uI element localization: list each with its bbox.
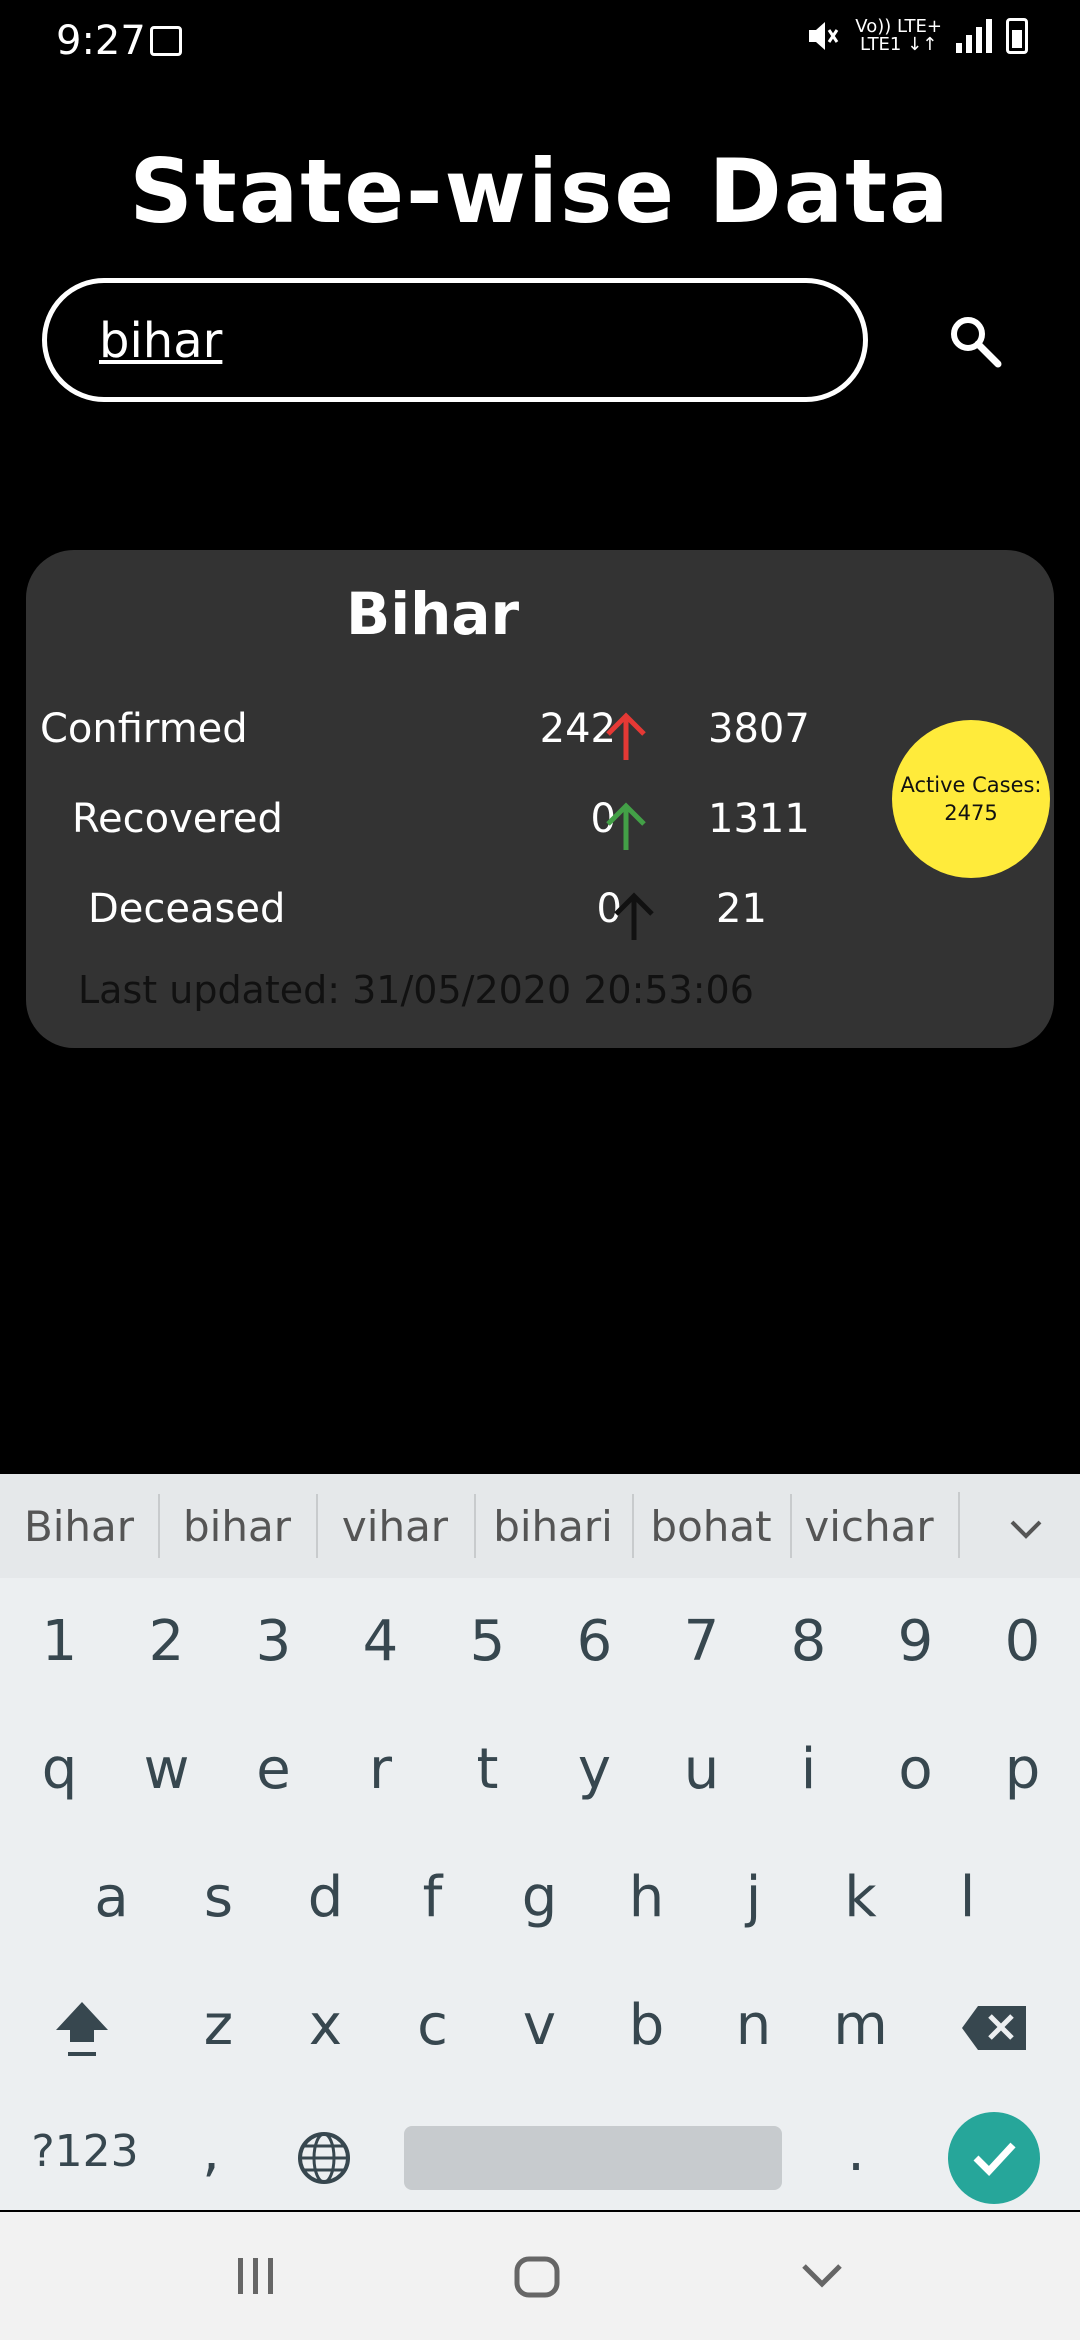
chevron-down-icon[interactable] bbox=[1006, 1508, 1046, 1548]
key[interactable]: 3 bbox=[220, 1578, 327, 1706]
key[interactable]: c bbox=[379, 1962, 486, 2090]
key-row-numbers: 1 2 3 4 5 6 7 8 9 0 bbox=[0, 1578, 1080, 1706]
suggestion-item[interactable]: Bihar bbox=[0, 1502, 158, 1551]
home-icon[interactable] bbox=[514, 2256, 560, 2298]
suggestion-bar: Bihar bihar vihar bihari bohat vichar bbox=[0, 1474, 1080, 1578]
key[interactable]: t bbox=[434, 1706, 541, 1834]
backspace-icon[interactable] bbox=[960, 2004, 1030, 2052]
key-row-a: a s d f g h j k l bbox=[0, 1834, 1080, 1962]
active-cases-label: Active Cases: bbox=[900, 773, 1042, 797]
key[interactable]: 8 bbox=[755, 1578, 862, 1706]
key[interactable]: 5 bbox=[434, 1578, 541, 1706]
arrow-up-icon bbox=[606, 802, 646, 850]
key[interactable]: l bbox=[914, 1834, 1021, 1962]
key[interactable]: i bbox=[755, 1706, 862, 1834]
back-icon[interactable] bbox=[800, 2262, 844, 2290]
key[interactable]: k bbox=[807, 1834, 914, 1962]
key[interactable]: r bbox=[327, 1706, 434, 1834]
confirmed-delta: 242 bbox=[539, 706, 616, 752]
recovered-delta: 0 bbox=[590, 796, 616, 842]
key[interactable]: 4 bbox=[327, 1578, 434, 1706]
key[interactable]: y bbox=[541, 1706, 648, 1834]
deceased-delta: 0 bbox=[596, 886, 622, 932]
key[interactable]: 0 bbox=[969, 1578, 1076, 1706]
key-row-z: z x c v b n m bbox=[0, 1962, 1080, 2090]
key[interactable]: p bbox=[969, 1706, 1076, 1834]
key[interactable]: g bbox=[486, 1834, 593, 1962]
search-icon[interactable] bbox=[946, 312, 1006, 372]
suggestion-item[interactable]: vihar bbox=[316, 1493, 474, 1558]
last-updated: Last updated: 31/05/2020 20:53:06 bbox=[78, 968, 754, 1012]
suggestion-item[interactable]: bohat bbox=[632, 1493, 790, 1558]
deceased-total: 21 bbox=[716, 886, 767, 932]
status-bar: 9:27 Vo)) LTE+ LTE1 ↓↑ bbox=[0, 0, 1080, 84]
key[interactable]: o bbox=[862, 1706, 969, 1834]
key[interactable]: m bbox=[807, 1962, 914, 2090]
arrow-up-icon bbox=[606, 712, 646, 760]
key[interactable]: 6 bbox=[541, 1578, 648, 1706]
key[interactable]: 7 bbox=[648, 1578, 755, 1706]
key[interactable]: 2 bbox=[113, 1578, 220, 1706]
keyboard: Bihar bihar vihar bihari bohat vichar 1 … bbox=[0, 1474, 1080, 2210]
battery-charging-icon bbox=[1006, 18, 1028, 54]
check-icon bbox=[973, 2142, 1016, 2177]
search-input[interactable] bbox=[97, 305, 801, 377]
key[interactable]: j bbox=[700, 1834, 807, 1962]
key[interactable]: 1 bbox=[6, 1578, 113, 1706]
status-icons: Vo)) LTE+ LTE1 ↓↑ bbox=[805, 18, 1028, 54]
state-card: Bihar Confirmed 242 3807 Recovered 0 131… bbox=[26, 550, 1054, 1048]
key[interactable]: 9 bbox=[862, 1578, 969, 1706]
confirmed-label: Confirmed bbox=[40, 706, 248, 752]
navigation-bar bbox=[0, 2212, 1080, 2340]
key[interactable]: n bbox=[700, 1962, 807, 2090]
suggestion-item[interactable]: bihari bbox=[474, 1493, 632, 1558]
mute-icon bbox=[809, 22, 839, 50]
key[interactable]: s bbox=[165, 1834, 272, 1962]
active-cases-value: 2475 bbox=[944, 801, 998, 825]
key[interactable]: v bbox=[486, 1962, 593, 2090]
image-icon bbox=[150, 26, 182, 56]
active-cases-badge: Active Cases: 2475 bbox=[892, 720, 1050, 878]
recovered-label: Recovered bbox=[72, 796, 283, 842]
page-title: State-wise Data bbox=[129, 140, 951, 243]
state-name: Bihar bbox=[346, 580, 520, 648]
status-time: 9:27 bbox=[56, 18, 146, 64]
key-row-bottom: ?123 , . bbox=[0, 2088, 1080, 2216]
signal-icon bbox=[956, 19, 992, 53]
done-button[interactable] bbox=[948, 2112, 1040, 2204]
arrow-up-icon bbox=[614, 892, 654, 940]
suggestion-item[interactable]: bihar bbox=[158, 1493, 316, 1558]
key[interactable]: q bbox=[6, 1706, 113, 1834]
shift-icon[interactable] bbox=[50, 1996, 114, 2060]
key[interactable]: d bbox=[272, 1834, 379, 1962]
symbols-key[interactable]: ?123 bbox=[20, 2088, 150, 2216]
search-field[interactable] bbox=[42, 278, 868, 402]
key[interactable]: z bbox=[165, 1962, 272, 2090]
key[interactable]: e bbox=[220, 1706, 327, 1834]
recent-apps-icon[interactable] bbox=[236, 2258, 276, 2294]
spacebar[interactable] bbox=[404, 2126, 782, 2190]
period-key[interactable]: . bbox=[806, 2088, 906, 2216]
emoji-comma-key[interactable]: , bbox=[166, 2088, 256, 2216]
recovered-total: 1311 bbox=[708, 796, 810, 842]
key[interactable]: x bbox=[272, 1962, 379, 2090]
key[interactable]: a bbox=[58, 1834, 165, 1962]
network-indicator: Vo)) LTE+ LTE1 ↓↑ bbox=[855, 16, 942, 55]
divider bbox=[958, 1492, 960, 1558]
key[interactable]: w bbox=[113, 1706, 220, 1834]
key-row-q: q w e r t y u i o p bbox=[0, 1706, 1080, 1834]
key[interactable]: b bbox=[593, 1962, 700, 2090]
confirmed-total: 3807 bbox=[708, 706, 810, 752]
suggestion-item[interactable]: vichar bbox=[790, 1493, 948, 1558]
key[interactable]: h bbox=[593, 1834, 700, 1962]
key[interactable]: u bbox=[648, 1706, 755, 1834]
deceased-label: Deceased bbox=[88, 886, 286, 932]
globe-icon[interactable] bbox=[296, 2130, 352, 2186]
key[interactable]: f bbox=[379, 1834, 486, 1962]
